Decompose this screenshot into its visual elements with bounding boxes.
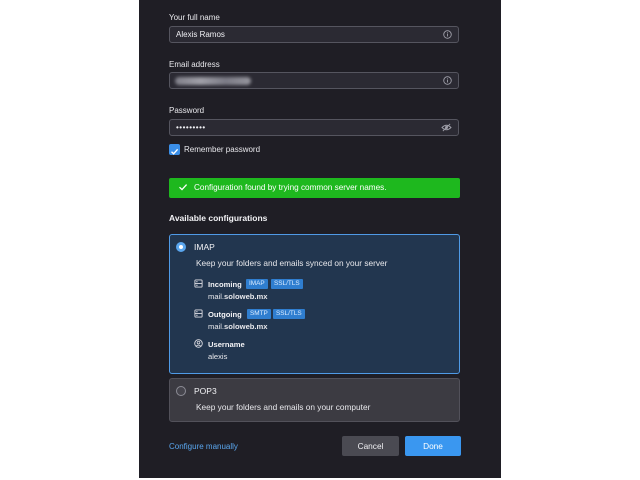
- hide-password-eye-icon[interactable]: [441, 123, 452, 132]
- password-value: •••••••••: [176, 123, 206, 132]
- account-setup-dialog: Your full name Alexis Ramos Email addres…: [139, 0, 501, 478]
- name-field[interactable]: Alexis Ramos: [169, 26, 459, 43]
- imap-radio[interactable]: [176, 242, 186, 252]
- server-icon: [194, 309, 203, 318]
- remember-password-checkbox[interactable]: [169, 144, 180, 155]
- imap-title: IMAP: [194, 242, 215, 252]
- incoming-security-tag: SSL/TLS: [271, 279, 303, 289]
- remember-password-label[interactable]: Remember password: [184, 145, 260, 154]
- incoming-protocol-tag: IMAP: [246, 279, 268, 289]
- checkmark-icon: [179, 184, 188, 191]
- done-button[interactable]: Done: [405, 436, 461, 456]
- pop3-option-card[interactable]: POP3 Keep your folders and emails on you…: [169, 378, 460, 422]
- cancel-button[interactable]: Cancel: [342, 436, 399, 456]
- outgoing-label: Outgoing: [208, 310, 242, 319]
- username-value: alexis: [208, 352, 228, 361]
- configure-manually-link[interactable]: Configure manually: [169, 442, 238, 451]
- user-icon: [194, 339, 203, 348]
- name-value: Alexis Ramos: [176, 30, 225, 39]
- banner-text: Configuration found by trying common ser…: [194, 183, 387, 192]
- pop3-radio[interactable]: [176, 386, 186, 396]
- server-icon: [194, 279, 203, 288]
- email-field[interactable]: [169, 72, 459, 89]
- pop3-description: Keep your folders and emails on your com…: [196, 402, 371, 412]
- pop3-title: POP3: [194, 386, 217, 396]
- email-label: Email address: [169, 60, 220, 69]
- imap-description: Keep your folders and emails synced on y…: [196, 258, 388, 268]
- password-field[interactable]: •••••••••: [169, 119, 459, 136]
- email-value-blurred: [175, 77, 251, 85]
- name-label: Your full name: [169, 13, 220, 22]
- outgoing-protocol-tag: SMTP: [247, 309, 271, 319]
- password-label: Password: [169, 106, 205, 115]
- checkmark-icon: [171, 148, 179, 155]
- outgoing-host: mail.soloweb.mx: [208, 322, 268, 331]
- available-configurations-heading: Available configurations: [169, 213, 268, 223]
- outgoing-security-tag: SSL/TLS: [273, 309, 305, 319]
- success-banner: Configuration found by trying common ser…: [169, 178, 460, 198]
- info-icon: [443, 76, 452, 85]
- incoming-host: mail.soloweb.mx: [208, 292, 268, 301]
- incoming-label: Incoming: [208, 280, 242, 289]
- info-icon: [443, 30, 452, 39]
- imap-option-card[interactable]: IMAP Keep your folders and emails synced…: [169, 234, 460, 374]
- username-label: Username: [208, 340, 245, 349]
